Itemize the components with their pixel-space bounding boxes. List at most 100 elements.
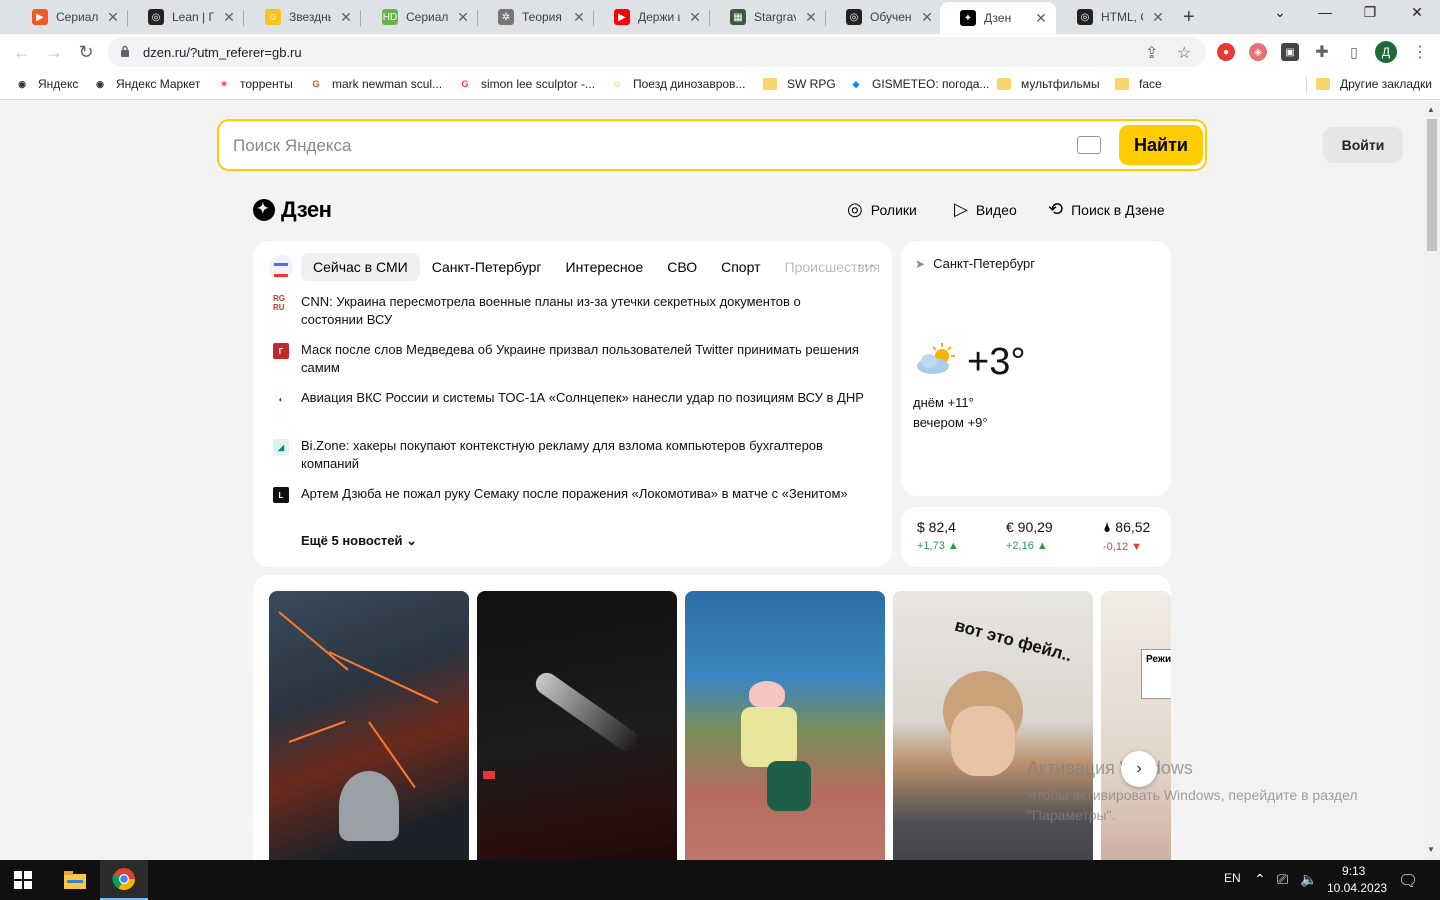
- bookmark-other[interactable]: Другие закладки: [1316, 77, 1432, 91]
- login-button[interactable]: Войти: [1323, 127, 1403, 163]
- menu-kebab-icon[interactable]: ⋮: [1412, 42, 1428, 62]
- news-tab-svo[interactable]: СВО: [655, 253, 709, 281]
- bookmark-star-icon[interactable]: ☆: [1177, 43, 1191, 63]
- bookmark-label: face: [1139, 77, 1162, 91]
- bookmark-item[interactable]: мультфильмы: [997, 77, 1100, 91]
- scroll-up-icon[interactable]: ▲: [1427, 105, 1435, 114]
- rate-oil[interactable]: 🌢 86,52 -0,12 ▼: [1103, 519, 1150, 553]
- news-item[interactable]: ◐ Авиация ВКС России и системы ТОС-1А «Со…: [273, 389, 873, 407]
- side-panel-icon[interactable]: ▯: [1345, 43, 1363, 61]
- news-tab-spb[interactable]: Санкт-Петербург: [420, 253, 554, 281]
- search-button[interactable]: Найти: [1119, 125, 1203, 165]
- tab-close-icon[interactable]: ✕: [572, 9, 586, 26]
- language-indicator[interactable]: EN: [1224, 871, 1241, 885]
- forward-icon[interactable]: →: [43, 41, 65, 63]
- tab-close-icon[interactable]: ✕: [1034, 10, 1048, 27]
- browser-tab[interactable]: ▶ Держи ш... ✕: [594, 2, 710, 32]
- dzen-logo[interactable]: Дзен: [253, 197, 332, 223]
- clock-time[interactable]: 9:13: [1342, 864, 1365, 878]
- clock-date[interactable]: 10.04.2023: [1327, 881, 1387, 895]
- shield-extension-icon[interactable]: ◈: [1249, 43, 1267, 61]
- tray-chevron-icon[interactable]: ⌃: [1254, 871, 1266, 888]
- scroll-down-icon[interactable]: ▼: [1427, 845, 1435, 854]
- tab-favicon-icon: ▶: [614, 9, 630, 25]
- tab-favicon-icon: ◎: [846, 9, 862, 25]
- search-box[interactable]: Поиск Яндекса Найти: [217, 119, 1207, 171]
- browser-tab[interactable]: ▦ Stargrave ✕: [710, 2, 826, 32]
- bookmark-item[interactable]: face: [1115, 77, 1162, 91]
- puzzle-extensions-icon[interactable]: ✚: [1313, 43, 1331, 61]
- restore-button[interactable]: ❐: [1355, 4, 1385, 21]
- close-window-button[interactable]: ✕: [1402, 4, 1432, 21]
- browser-tab[interactable]: ▶ Сериал З... ✕: [12, 2, 128, 32]
- new-tab-button[interactable]: +: [1183, 6, 1195, 29]
- news-item[interactable]: L Артем Дзюба не пожал руку Семаку после …: [273, 485, 873, 503]
- bookmark-item[interactable]: ✶ торренты: [217, 77, 293, 91]
- video-caption: Режи спра филь: [1141, 649, 1171, 699]
- reload-icon[interactable]: ↻: [75, 41, 97, 63]
- bookmark-item[interactable]: Gmark newman scul...: [309, 77, 442, 91]
- browser-tab[interactable]: ◎ Обучени... ✕: [826, 2, 942, 32]
- chrome-taskbar-icon[interactable]: [100, 860, 148, 900]
- volume-icon[interactable]: 🔈: [1300, 871, 1317, 888]
- news-tab-sport[interactable]: Спорт: [709, 253, 772, 281]
- profile-avatar[interactable]: Д: [1375, 41, 1397, 63]
- bookmark-item[interactable]: ◆ GISMETEO: погода...: [849, 77, 990, 91]
- bookmark-label: SW RPG: [787, 77, 836, 91]
- nav-clips[interactable]: ◎ Ролики: [847, 199, 917, 220]
- nav-search-dzen[interactable]: ⟲ Поиск в Дзене: [1048, 199, 1165, 220]
- nav-video[interactable]: ▷ Видео: [954, 199, 1017, 220]
- video-thumbnail[interactable]: [269, 591, 469, 860]
- bookmark-item[interactable]: ◉ Яндекс: [15, 77, 78, 91]
- network-icon[interactable]: ⎚: [1277, 871, 1288, 888]
- tab-close-icon[interactable]: ✕: [1151, 9, 1165, 26]
- news-item[interactable]: RG RU CNN: Украина пересмотрела военные п…: [273, 293, 873, 329]
- tab-close-icon[interactable]: ✕: [222, 9, 236, 26]
- rates-card[interactable]: $ 82,4 +1,73 ▲ € 90,29 +2,16 ▲ 🌢 86,52 -…: [901, 507, 1171, 567]
- rate-eur[interactable]: € 90,29 +2,16 ▲: [1006, 519, 1053, 552]
- browser-tab[interactable]: HD Сериал З... ✕: [362, 2, 478, 32]
- bookmark-item[interactable]: SW RPG: [763, 77, 836, 91]
- windows-start-icon[interactable]: [14, 871, 32, 889]
- tab-search-icon[interactable]: ⌄: [1265, 4, 1295, 21]
- news-tab-interesting[interactable]: Интересное: [554, 253, 656, 281]
- news-tabs: Сейчас в СМИ Санкт-Петербург Интересное …: [269, 253, 879, 281]
- page-scrollbar[interactable]: ▲ ▼: [1424, 101, 1440, 860]
- adblock-extension-icon[interactable]: ●: [1217, 43, 1235, 61]
- share-icon[interactable]: ⇪: [1145, 43, 1158, 63]
- bookmark-item[interactable]: ☺ Поезд динозавров...: [610, 77, 745, 91]
- keyboard-icon[interactable]: [1077, 136, 1101, 154]
- tab-close-icon[interactable]: ✕: [688, 9, 702, 26]
- browser-tab[interactable]: ◎ HTML, CS... ✕: [1057, 2, 1173, 32]
- chevron-down-icon: ⌄: [406, 533, 418, 548]
- search-input[interactable]: Поиск Яндекса: [233, 136, 351, 156]
- video-thumbnail[interactable]: [685, 591, 885, 860]
- tab-close-icon[interactable]: ✕: [920, 9, 934, 26]
- browser-tab[interactable]: ☺ Звездные... ✕: [245, 2, 361, 32]
- rate-usd[interactable]: $ 82,4 +1,73 ▲: [917, 519, 959, 552]
- ext-icon[interactable]: ▣: [1281, 43, 1299, 61]
- news-item[interactable]: Г Маск после слов Медведева об Украине пр…: [273, 341, 873, 377]
- tab-close-icon[interactable]: ✕: [106, 9, 120, 26]
- notifications-icon[interactable]: 🗨: [1398, 871, 1418, 891]
- video-thumbnail[interactable]: [477, 591, 677, 860]
- more-news-button[interactable]: Ещё 5 новостей ⌄: [301, 533, 417, 549]
- tab-close-icon[interactable]: ✕: [456, 9, 470, 26]
- minimize-button[interactable]: —: [1310, 4, 1340, 20]
- weather-card[interactable]: ➤ Санкт-Петербург +3° днём +11° вечером …: [901, 241, 1171, 496]
- more-tabs-icon[interactable]: ···: [857, 257, 876, 275]
- bookmark-item[interactable]: Gsimon lee sculptor -...: [458, 77, 595, 91]
- news-item[interactable]: ◢ Bi.Zone: хакеры покупают контекстную ре…: [273, 437, 873, 473]
- bookmark-item[interactable]: ◉ Яндекс Маркет: [93, 77, 200, 91]
- address-bar[interactable]: dzen.ru/?utm_referer=gb.ru ⇪ ☆: [108, 37, 1206, 67]
- tab-close-icon[interactable]: ✕: [804, 9, 818, 26]
- news-tab-now[interactable]: Сейчас в СМИ: [301, 253, 420, 281]
- file-explorer-icon[interactable]: [51, 860, 99, 900]
- back-icon[interactable]: ←: [11, 41, 33, 63]
- carousel-next-button[interactable]: ›: [1121, 751, 1157, 787]
- scrollbar-thumb[interactable]: [1427, 119, 1437, 251]
- browser-tab[interactable]: ◎ Lean | Гиб... ✕: [128, 2, 244, 32]
- browser-tab[interactable]: ✲ Теория б... ✕: [478, 2, 594, 32]
- browser-tab[interactable]: ✦ Дзен ✕: [940, 2, 1056, 34]
- tab-close-icon[interactable]: ✕: [339, 9, 353, 26]
